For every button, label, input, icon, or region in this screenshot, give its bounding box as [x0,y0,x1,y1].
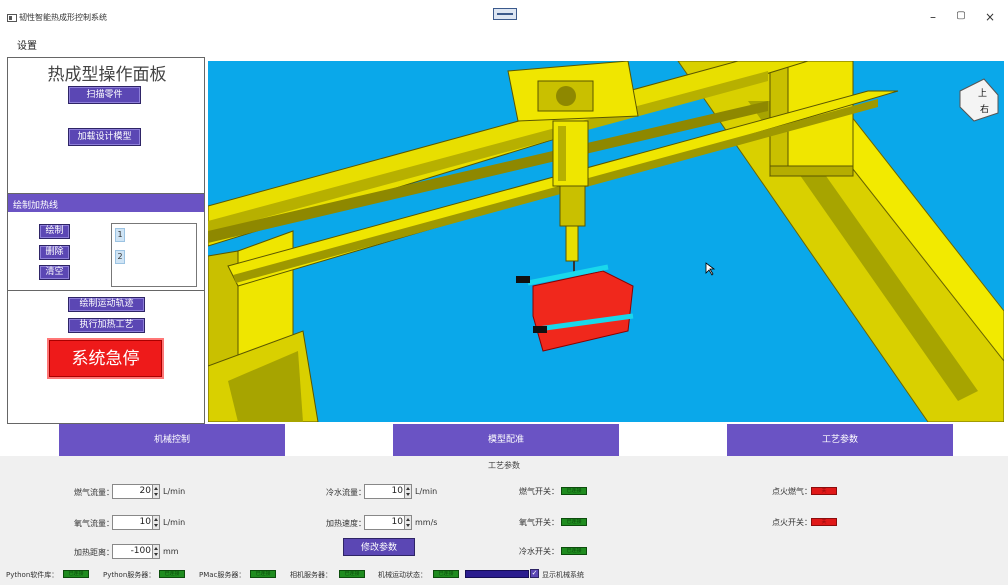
clear-button[interactable]: 清空 [39,265,70,280]
oxygen-switch-label: 氧气开关： [519,518,559,527]
status-motion-indicator: 已连接 [433,570,459,578]
window-title: 韧性智能热成形控制系统 [19,13,107,22]
ignition-gas-label: 点火燃气： [772,487,812,496]
gas-switch-indicator: 已连接 [561,487,587,495]
heating-speed-label: 加热速度： [326,519,366,528]
minimize-button[interactable]: – [926,10,940,24]
heating-distance-unit: mm [163,547,179,556]
tab-mechanical-control[interactable]: 机械控制 [59,424,285,456]
tab-bar: 机械控制 模型配准 工艺参数 [0,424,1008,456]
status-python-server-indicator: 已连接 [159,570,185,578]
cad-3d-viewport[interactable]: 上 右 [208,61,1004,422]
status-motion-label: 机械运动状态： [378,571,427,579]
ignition-switch-label: 点火开关： [772,518,812,527]
list-item[interactable]: 2 [115,250,125,264]
heating-speed-unit: mm/s [415,518,438,527]
list-item[interactable]: 1 [115,228,125,242]
app-icon [7,14,17,22]
view-cube-top-label: 上 [978,88,987,99]
menu-settings[interactable]: 设置 [17,37,37,52]
draw-button[interactable]: 绘制 [39,224,70,239]
window-handle-icon[interactable] [493,8,517,20]
status-pmac-server-label: PMac服务器： [199,571,246,579]
run-heating-button[interactable]: 执行加热工艺 [68,318,145,333]
maximize-button[interactable]: ▢ [954,10,968,21]
ignition-gas-indicator: 关 [811,487,837,495]
oxygen-switch-indicator: 已连接 [561,518,587,526]
status-camera-server-indicator: 已连接 [339,570,365,578]
water-switch-indicator: 已连接 [561,547,587,555]
status-bar: Python软件库： 已连接 Python服务器： 已连接 PMac服务器： 已… [0,566,1008,585]
menu-bar: 设置 [0,34,1008,56]
show-machine-label: 显示机械系统 [542,571,584,579]
params-title: 工艺参数 [488,461,520,470]
panel-title: 热成型操作面板 [47,65,167,85]
modify-params-button[interactable]: 修改参数 [343,538,415,556]
gantry-machine-render: 上 右 [208,61,1004,422]
status-python-lib-indicator: 已连接 [63,570,89,578]
cooling-water-label: 冷水流量： [326,488,366,497]
title-bar: 韧性智能热成形控制系统 – ▢ × [0,0,1008,34]
gas-flow-label: 燃气流量： [74,488,114,497]
gas-switch-label: 燃气开关： [519,487,559,496]
cooling-water-input[interactable]: 10 [364,484,408,499]
cooling-water-unit: L/min [415,487,438,496]
scan-part-button[interactable]: 扫描零件 [68,86,141,104]
emergency-stop-button[interactable]: 系统急停 [49,340,162,377]
oxygen-flow-input[interactable]: 10 [112,515,156,530]
gas-flow-stepper[interactable] [152,484,160,499]
oxygen-flow-stepper[interactable] [152,515,160,530]
load-model-button[interactable]: 加载设计模型 [68,128,141,146]
status-python-server-label: Python服务器： [103,571,156,579]
water-switch-label: 冷水开关： [519,547,559,556]
show-machine-checkbox[interactable]: ✓ [530,569,539,578]
close-button[interactable]: × [983,10,997,24]
draw-group-header: 绘制加热线 [8,194,204,212]
draw-path-button[interactable]: 绘制运动轨迹 [68,297,145,312]
gas-flow-input[interactable]: 20 [112,484,156,499]
tab-process-params[interactable]: 工艺参数 [727,424,953,456]
oxygen-flow-label: 氧气流量： [74,519,114,528]
cooling-water-stepper[interactable] [404,484,412,499]
draw-heating-line-group: 绘制加热线 绘制 删除 清空 1 2 [8,193,204,291]
motion-progress-bar [465,570,529,578]
heating-speed-stepper[interactable] [404,515,412,530]
tab-model-registration[interactable]: 模型配准 [393,424,619,456]
heating-distance-label: 加热距离： [74,548,114,557]
gas-flow-unit: L/min [163,487,186,496]
status-pmac-server-indicator: 已连接 [250,570,276,578]
ignition-switch-indicator: 关 [811,518,837,526]
heating-speed-input[interactable]: 10 [364,515,408,530]
view-cube-right-label: 右 [980,103,989,115]
operation-panel: 热成型操作面板 扫描零件 加载设计模型 绘制加热线 绘制 删除 清空 1 2 绘… [7,57,205,424]
delete-button[interactable]: 删除 [39,245,70,260]
heating-distance-stepper[interactable] [152,544,160,559]
heating-distance-input[interactable]: -100 [112,544,156,559]
status-python-lib-label: Python软件库： [6,571,59,579]
oxygen-flow-unit: L/min [163,518,186,527]
heating-line-list[interactable]: 1 2 [111,223,197,287]
status-camera-server-label: 相机服务器： [290,571,332,579]
